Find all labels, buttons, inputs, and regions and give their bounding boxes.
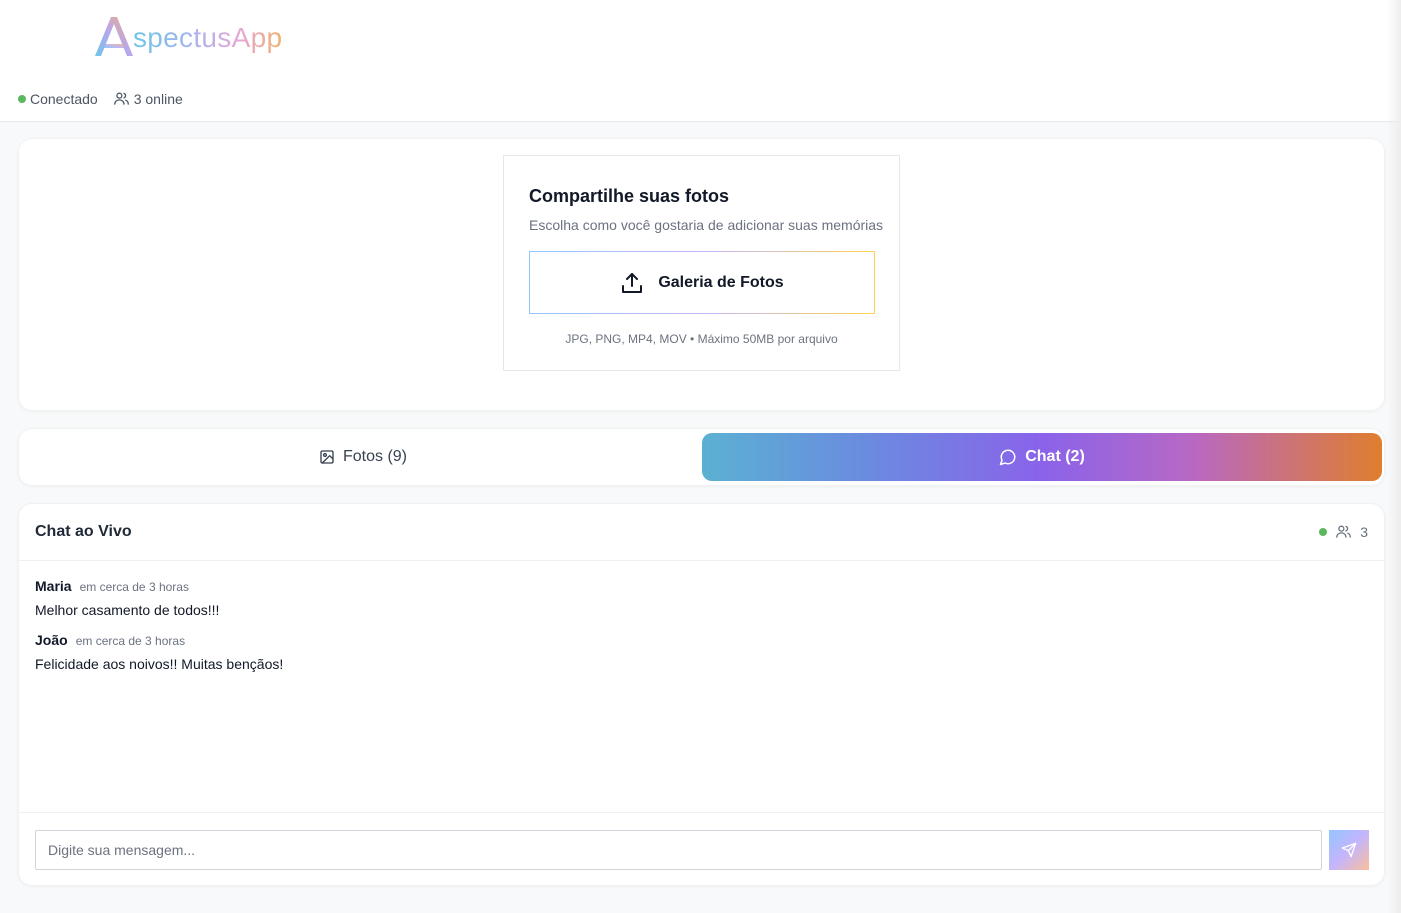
message-time: em cerca de 3 horas	[79, 580, 189, 594]
connected-dot-icon	[18, 94, 26, 103]
upload-section: Compartilhe suas fotos Escolha como você…	[18, 138, 1385, 411]
users-icon	[113, 92, 129, 105]
chat-message: João em cerca de 3 horas Felicidade aos …	[35, 632, 283, 672]
chat-online-stats: 3	[1319, 523, 1368, 540]
online-count-label: 3 online	[133, 90, 183, 107]
chat-bubble-icon	[999, 449, 1016, 466]
online-users: 3 online	[113, 90, 183, 107]
tab-chat-label: Chat (2)	[1025, 448, 1085, 465]
message-list: Maria em cerca de 3 horas Melhor casamen…	[35, 578, 283, 686]
message-text: Melhor casamento de todos!!!	[35, 602, 220, 618]
connection-status: Conectado	[18, 91, 98, 107]
chat-title: Chat ao Vivo	[35, 523, 132, 540]
tab-photos[interactable]: Fotos (9)	[23, 433, 703, 481]
message-text: Felicidade aos noivos!! Muitas bençãos!	[35, 656, 284, 672]
app-header: spectusApp Conectado 3 online	[0, 0, 1401, 122]
view-tabs: Fotos (9) Chat (2)	[18, 428, 1385, 486]
image-icon	[320, 450, 334, 464]
live-chat-panel: Chat ao Vivo 3 Maria em cerca de 3 horas…	[18, 503, 1385, 886]
logo-letter-a-icon	[95, 17, 133, 56]
logo-text: spectusApp	[133, 22, 283, 53]
upload-file-note: JPG, PNG, MP4, MOV • Máximo 50MB por arq…	[565, 332, 838, 346]
tab-photos-label: Fotos (9)	[342, 448, 407, 465]
online-dot-icon	[1319, 527, 1328, 536]
send-button[interactable]	[1329, 830, 1369, 870]
message-header: João em cerca de 3 horas	[35, 632, 283, 648]
upload-title: Compartilhe suas fotos	[529, 186, 730, 206]
chat-input-bar	[19, 812, 1384, 885]
message-author: João	[35, 632, 68, 648]
upload-icon	[622, 272, 643, 293]
tab-chat[interactable]: Chat (2)	[702, 433, 1382, 481]
connection-status-bar: Conectado 3 online	[18, 90, 183, 107]
photo-gallery-button[interactable]: Galeria de Fotos	[529, 251, 875, 314]
chat-online-count: 3	[1360, 523, 1368, 540]
message-header: Maria em cerca de 3 horas	[35, 578, 283, 594]
message-time: em cerca de 3 horas	[75, 634, 186, 648]
upload-box: Compartilhe suas fotos Escolha como você…	[503, 155, 900, 371]
send-icon	[1341, 842, 1357, 858]
app-logo[interactable]: spectusApp	[92, 12, 282, 58]
message-author: Maria	[35, 578, 72, 594]
chat-header: Chat ao Vivo 3	[19, 504, 1384, 561]
message-input[interactable]	[35, 830, 1322, 870]
upload-subtitle: Escolha como você gostaria de adicionar …	[529, 217, 884, 233]
chat-message: Maria em cerca de 3 horas Melhor casamen…	[35, 578, 283, 618]
page-scroll-edge	[1387, 0, 1401, 913]
users-icon	[1336, 525, 1352, 538]
photo-gallery-button-label: Galeria de Fotos	[658, 273, 784, 291]
connection-status-label: Conectado	[30, 90, 98, 107]
